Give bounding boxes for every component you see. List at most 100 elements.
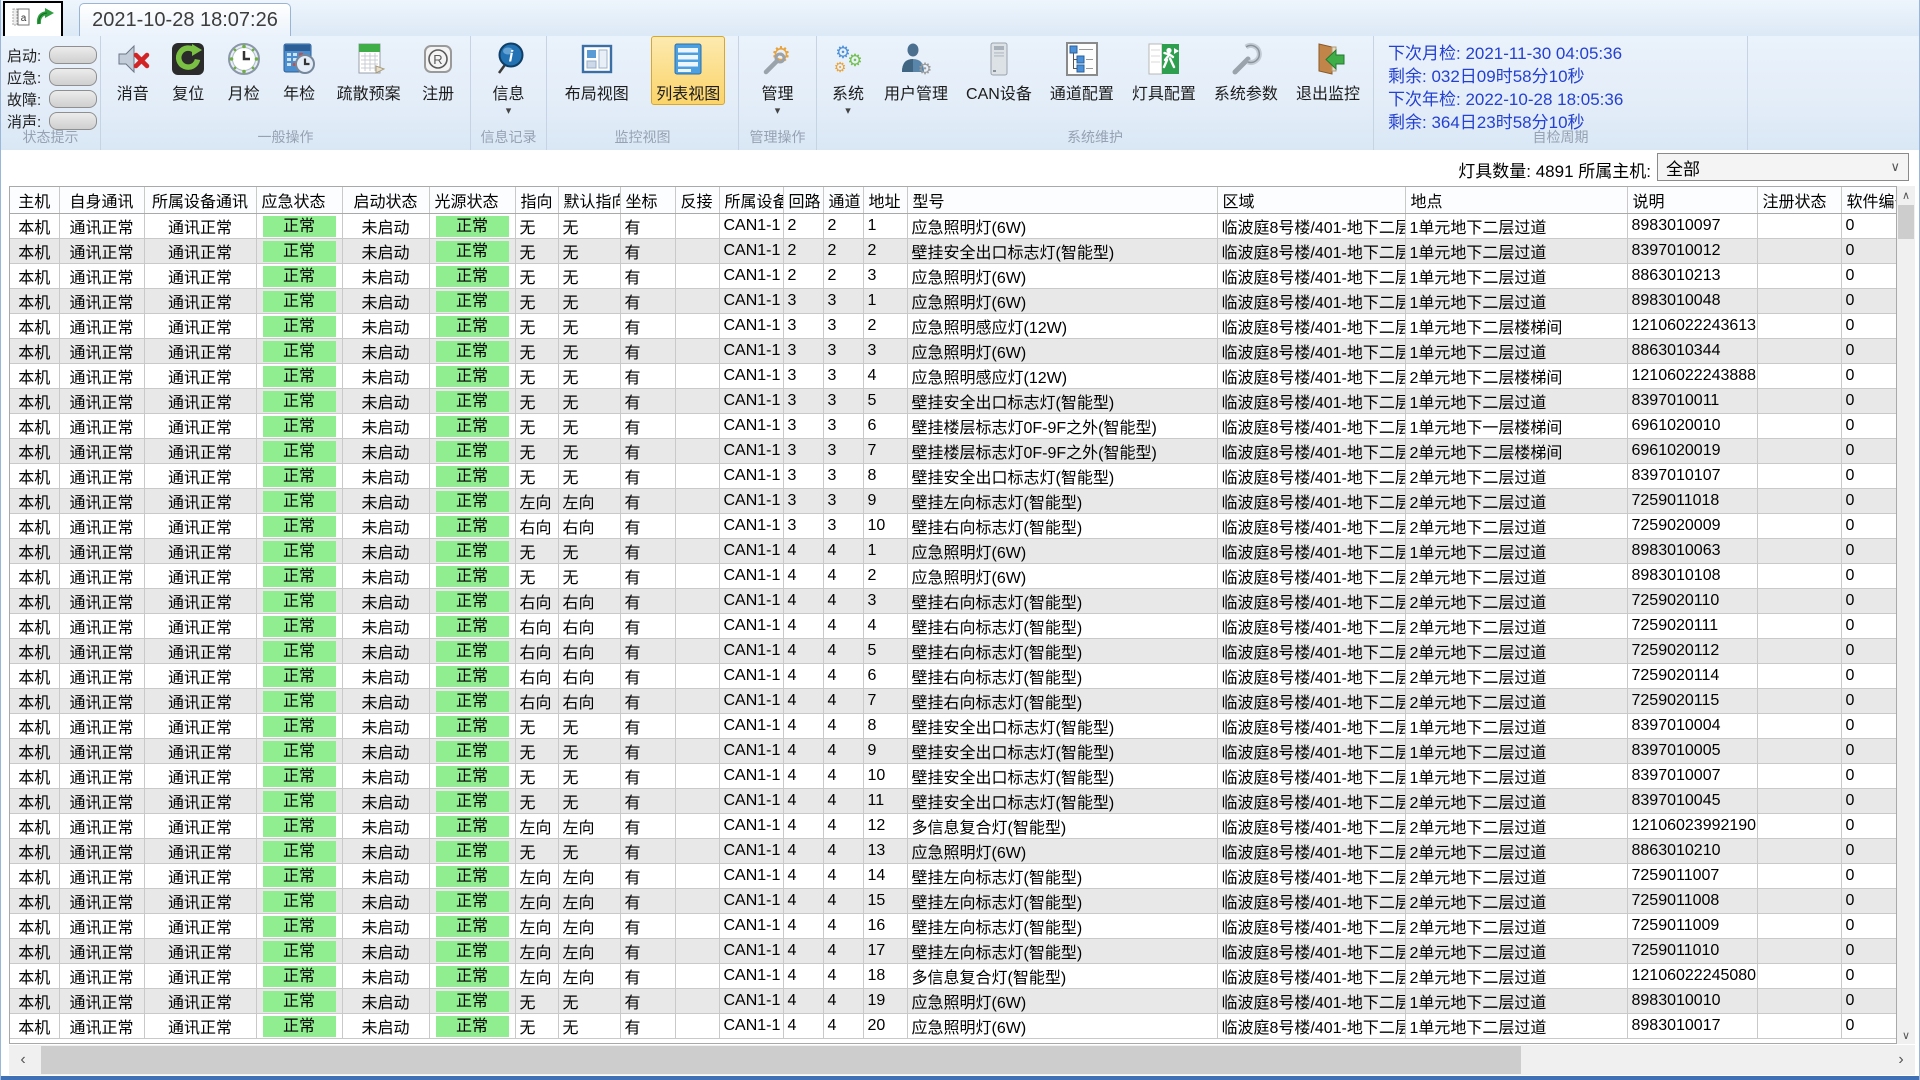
退出监控-button[interactable]: 退出监控 (1291, 36, 1365, 104)
疏散预案-button[interactable]: 疏散预案 (332, 36, 406, 104)
horizontal-scroll-thumb[interactable] (41, 1046, 1521, 1074)
table-row[interactable]: 本机通讯正常通讯正常正常未启动正常左向左向有CAN1-14418多信息复合灯(智… (10, 964, 1897, 989)
table-row[interactable]: 本机通讯正常通讯正常正常未启动正常无无有CAN1-1442应急照明灯(6W)临波… (10, 564, 1897, 589)
table-cell: 壁挂安全出口标志灯(智能型) (907, 764, 1217, 789)
quick-access-toolbar[interactable]: a (3, 1, 63, 38)
ribbon-group-monitor-views: 布局视图列表视图监控视图 (547, 36, 739, 150)
column-header-8[interactable]: 坐标 (620, 187, 675, 214)
table-row[interactable]: 本机通讯正常通讯正常正常未启动正常无无有CAN1-1336壁挂楼层标志灯0F-9… (10, 414, 1897, 439)
年检-button[interactable]: 年检 (276, 36, 322, 104)
table-row[interactable]: 本机通讯正常通讯正常正常未启动正常无无有CAN1-14420应急照明灯(6W)临… (10, 1014, 1897, 1039)
table-cell: 通讯正常 (144, 689, 256, 714)
scroll-up-icon[interactable]: ∧ (1897, 186, 1915, 204)
vertical-scroll-thumb[interactable] (1898, 205, 1914, 239)
table-row[interactable]: 本机通讯正常通讯正常正常未启动正常无无有CAN1-1449壁挂安全出口标志灯(智… (10, 739, 1897, 764)
table-row[interactable]: 本机通讯正常通讯正常正常未启动正常无无有CAN1-14413应急照明灯(6W)临… (10, 839, 1897, 864)
table-cell: 3 (823, 489, 863, 514)
table-row[interactable]: 本机通讯正常通讯正常正常未启动正常无无有CAN1-1333应急照明灯(6W)临波… (10, 339, 1897, 364)
column-header-2[interactable]: 所属设备通讯 (144, 187, 256, 214)
column-header-17[interactable]: 说明 (1627, 187, 1757, 214)
table-cell: 1单元地下二层过道 (1405, 1014, 1627, 1039)
用户管理-button[interactable]: ⚙用户管理 (879, 36, 953, 104)
table-row[interactable]: 本机通讯正常通讯正常正常未启动正常无无有CAN1-1221应急照明灯(6W)临波… (10, 214, 1897, 239)
月检-button[interactable]: 月检 (221, 36, 267, 104)
column-header-5[interactable]: 光源状态 (429, 187, 515, 214)
table-row[interactable]: 本机通讯正常通讯正常正常未启动正常无无有CAN1-1335壁挂安全出口标志灯(智… (10, 389, 1897, 414)
table-row[interactable]: 本机通讯正常通讯正常正常未启动正常左向左向有CAN1-1339壁挂左向标志灯(智… (10, 489, 1897, 514)
table-row[interactable]: 本机通讯正常通讯正常正常未启动正常左向左向有CAN1-14415壁挂左向标志灯(… (10, 889, 1897, 914)
table-row[interactable]: 本机通讯正常通讯正常正常未启动正常无无有CAN1-14419应急照明灯(6W)临… (10, 989, 1897, 1014)
复位-button[interactable]: 复位 (165, 36, 211, 104)
table-cell: 无 (558, 989, 620, 1014)
table-row[interactable]: 本机通讯正常通讯正常正常未启动正常无无有CAN1-1337壁挂楼层标志灯0F-9… (10, 439, 1897, 464)
table-row[interactable]: 本机通讯正常通讯正常正常未启动正常左向左向有CAN1-14417壁挂左向标志灯(… (10, 939, 1897, 964)
table-cell: 无 (515, 764, 558, 789)
table-cell: 4 (823, 839, 863, 864)
table-row[interactable]: 本机通讯正常通讯正常正常未启动正常无无有CAN1-14411壁挂安全出口标志灯(… (10, 789, 1897, 814)
column-header-4[interactable]: 启动状态 (342, 187, 429, 214)
column-header-6[interactable]: 指向 (515, 187, 558, 214)
table-cell: 左向 (515, 939, 558, 964)
布局视图-button[interactable]: 布局视图 (560, 36, 634, 104)
table-row[interactable]: 本机通讯正常通讯正常正常未启动正常无无有CAN1-1338壁挂安全出口标志灯(智… (10, 464, 1897, 489)
scroll-down-icon[interactable]: ∨ (1897, 1026, 1915, 1044)
column-header-0[interactable]: 主机 (10, 187, 59, 214)
注册-button[interactable]: R注册 (415, 36, 461, 104)
灯具配置-button[interactable]: 灯具配置 (1127, 36, 1201, 104)
table-row[interactable]: 本机通讯正常通讯正常正常未启动正常无无有CAN1-14410壁挂安全出口标志灯(… (10, 764, 1897, 789)
scroll-right-icon[interactable]: › (1887, 1045, 1915, 1075)
button-label: 复位 (172, 80, 204, 104)
table-row[interactable]: 本机通讯正常通讯正常正常未启动正常左向左向有CAN1-14412多信息复合灯(智… (10, 814, 1897, 839)
table-row[interactable]: 本机通讯正常通讯正常正常未启动正常无无有CAN1-1441应急照明灯(6W)临波… (10, 539, 1897, 564)
column-header-13[interactable]: 地址 (863, 187, 907, 214)
column-header-11[interactable]: 回路 (783, 187, 823, 214)
table-row[interactable]: 本机通讯正常通讯正常正常未启动正常左向左向有CAN1-14416壁挂左向标志灯(… (10, 914, 1897, 939)
table-cell: 本机 (10, 414, 59, 439)
table-row[interactable]: 本机通讯正常通讯正常正常未启动正常右向右向有CAN1-1447壁挂右向标志灯(智… (10, 689, 1897, 714)
消音-button[interactable]: 消音 (110, 36, 156, 104)
column-header-15[interactable]: 区域 (1217, 187, 1405, 214)
table-cell: 4 (823, 689, 863, 714)
系统-button[interactable]: ⚙⚙⚙系统▾ (825, 36, 871, 116)
column-header-16[interactable]: 地点 (1405, 187, 1627, 214)
系统参数-button[interactable]: 系统参数 (1209, 36, 1283, 104)
vertical-scrollbar[interactable]: ∧ ∨ (1897, 186, 1915, 1044)
table-row[interactable]: 本机通讯正常通讯正常正常未启动正常右向右向有CAN1-13310壁挂右向标志灯(… (10, 514, 1897, 539)
column-header-14[interactable]: 型号 (907, 187, 1217, 214)
CAN设备-button[interactable]: CAN设备 (961, 36, 1037, 104)
table-cell: 无 (558, 214, 620, 239)
table-cell: 壁挂左向标志灯(智能型) (907, 914, 1217, 939)
datetime-tab[interactable]: 2021-10-28 18:07:26 (79, 3, 291, 37)
table-cell: 无 (515, 989, 558, 1014)
table-cell (1757, 964, 1841, 989)
通道配置-button[interactable]: 通道配置 (1045, 36, 1119, 104)
column-header-3[interactable]: 应急状态 (256, 187, 342, 214)
column-header-9[interactable]: 反接 (675, 187, 719, 214)
table-cell: 正常 (256, 489, 342, 514)
table-row[interactable]: 本机通讯正常通讯正常正常未启动正常无无有CAN1-1334应急照明感应灯(12W… (10, 364, 1897, 389)
column-header-19[interactable]: 软件编号 (1841, 187, 1897, 214)
管理-button[interactable]: ⚙管理▾ (755, 36, 801, 116)
table-row[interactable]: 本机通讯正常通讯正常正常未启动正常右向右向有CAN1-1445壁挂右向标志灯(智… (10, 639, 1897, 664)
column-header-12[interactable]: 通道 (823, 187, 863, 214)
column-header-10[interactable]: 所属设备 (719, 187, 783, 214)
table-row[interactable]: 本机通讯正常通讯正常正常未启动正常无无有CAN1-1222壁挂安全出口标志灯(智… (10, 239, 1897, 264)
table-row[interactable]: 本机通讯正常通讯正常正常未启动正常无无有CAN1-1332应急照明感应灯(12W… (10, 314, 1897, 339)
table-cell: 未启动 (342, 714, 429, 739)
column-header-1[interactable]: 自身通讯 (59, 187, 144, 214)
table-row[interactable]: 本机通讯正常通讯正常正常未启动正常右向右向有CAN1-1446壁挂右向标志灯(智… (10, 664, 1897, 689)
status-ok-cell: 正常 (436, 566, 509, 587)
host-filter-dropdown[interactable]: 全部 ∨ (1657, 153, 1909, 181)
table-row[interactable]: 本机通讯正常通讯正常正常未启动正常右向右向有CAN1-1444壁挂右向标志灯(智… (10, 614, 1897, 639)
信息-button[interactable]: i信息▾ (486, 36, 532, 116)
table-row[interactable]: 本机通讯正常通讯正常正常未启动正常无无有CAN1-1448壁挂安全出口标志灯(智… (10, 714, 1897, 739)
column-header-18[interactable]: 注册状态 (1757, 187, 1841, 214)
scroll-left-icon[interactable]: ‹ (9, 1045, 37, 1075)
table-row[interactable]: 本机通讯正常通讯正常正常未启动正常左向左向有CAN1-14414壁挂左向标志灯(… (10, 864, 1897, 889)
table-row[interactable]: 本机通讯正常通讯正常正常未启动正常右向右向有CAN1-1443壁挂右向标志灯(智… (10, 589, 1897, 614)
table-row[interactable]: 本机通讯正常通讯正常正常未启动正常无无有CAN1-1331应急照明灯(6W)临波… (10, 289, 1897, 314)
horizontal-scrollbar[interactable]: ‹ › (9, 1045, 1915, 1075)
column-header-7[interactable]: 默认指向 (558, 187, 620, 214)
table-row[interactable]: 本机通讯正常通讯正常正常未启动正常无无有CAN1-1223应急照明灯(6W)临波… (10, 264, 1897, 289)
列表视图-button[interactable]: 列表视图 (651, 36, 725, 105)
